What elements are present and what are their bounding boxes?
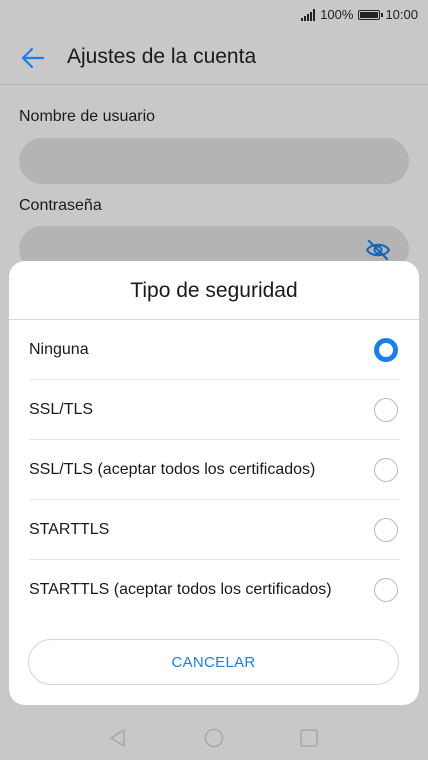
circle-home-icon[interactable] <box>203 727 225 749</box>
option-ssl-tls-accept-all[interactable]: SSL/TLS (aceptar todos los certificados) <box>9 440 419 500</box>
password-label: Contraseña <box>19 197 102 214</box>
clock: 10:00 <box>385 7 418 22</box>
option-label: STARTTLS <box>29 521 110 538</box>
navigation-bar <box>0 716 428 760</box>
option-ninguna[interactable]: Ninguna <box>9 320 419 380</box>
cancel-button[interactable]: CANCELAR <box>28 639 399 685</box>
option-label: SSL/TLS <box>29 401 94 418</box>
triangle-back-icon[interactable] <box>107 727 129 749</box>
radio-button[interactable] <box>374 518 398 542</box>
radio-button[interactable] <box>374 398 398 422</box>
arrow-left-icon[interactable] <box>20 45 46 71</box>
radio-button[interactable] <box>374 578 398 602</box>
security-type-dialog: Tipo de seguridad Ninguna SSL/TLS SSL/TL… <box>9 261 419 705</box>
battery-icon <box>358 9 384 20</box>
dialog-title: Tipo de seguridad <box>130 279 298 302</box>
option-starttls-accept-all[interactable]: STARTTLS (aceptar todos los certificados… <box>9 560 419 620</box>
radio-button-selected[interactable] <box>374 338 398 362</box>
option-label: Ninguna <box>29 341 89 358</box>
security-options-list: Ninguna SSL/TLS SSL/TLS (aceptar todos l… <box>9 320 419 620</box>
status-indicators: 100% 10:00 <box>301 7 418 22</box>
app-bar: Ajustes de la cuenta <box>0 30 428 85</box>
page-title: Ajustes de la cuenta <box>67 45 257 68</box>
radio-button[interactable] <box>374 458 398 482</box>
username-label: Nombre de usuario <box>19 108 156 125</box>
option-label: STARTTLS (aceptar todos los certificados… <box>29 581 332 598</box>
option-starttls[interactable]: STARTTLS <box>9 500 419 560</box>
eye-off-icon[interactable] <box>365 239 391 261</box>
option-label: SSL/TLS (aceptar todos los certificados) <box>29 461 316 478</box>
battery-percentage: 100% <box>320 7 354 22</box>
option-ssl-tls[interactable]: SSL/TLS <box>9 380 419 440</box>
status-bar: 100% 10:00 <box>0 0 428 30</box>
username-field[interactable] <box>19 138 409 184</box>
signal-icon <box>301 8 316 21</box>
square-recents-icon[interactable] <box>298 727 320 749</box>
